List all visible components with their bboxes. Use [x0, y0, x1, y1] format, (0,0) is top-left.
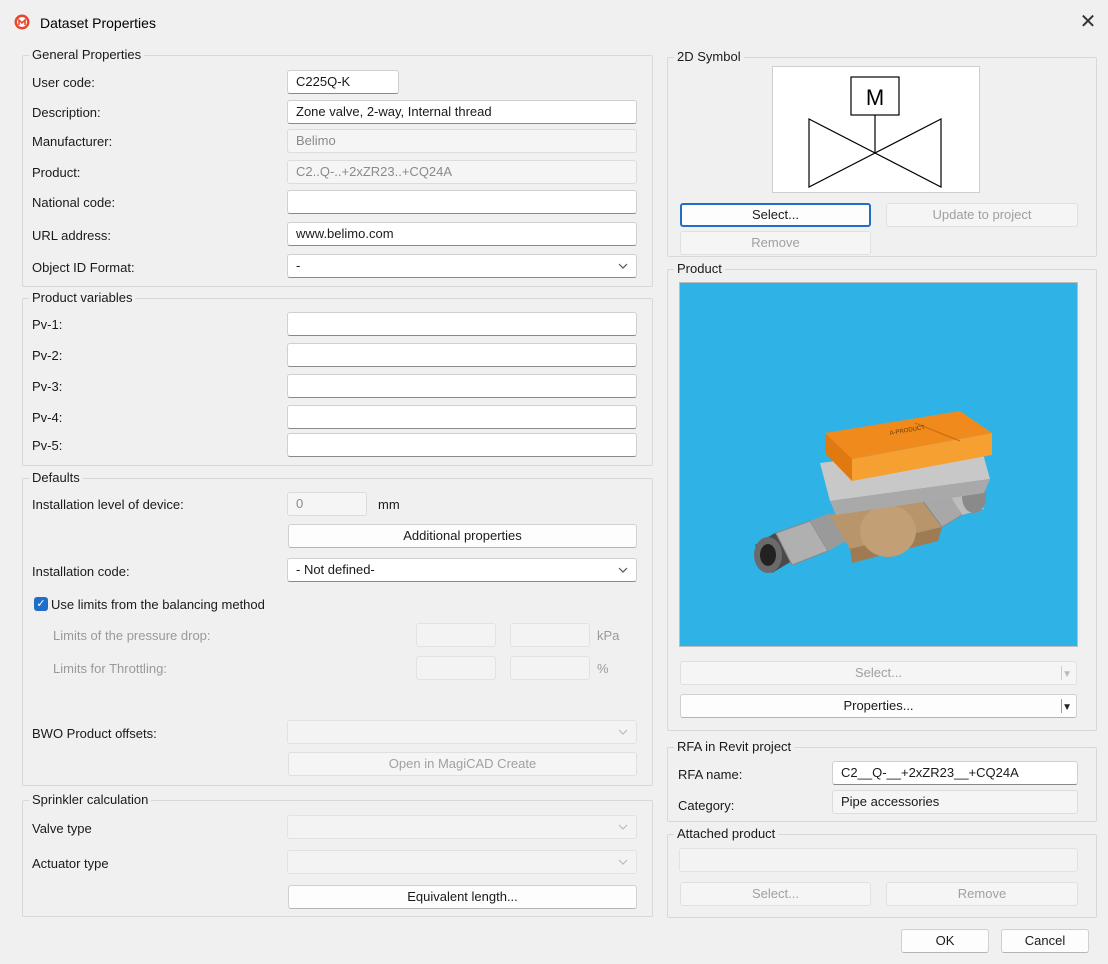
installation-level-unit: mm [378, 497, 400, 512]
url-address-label: URL address: [32, 228, 111, 243]
close-icon[interactable]: ✕ [1076, 10, 1100, 34]
pv-4-field[interactable] [287, 405, 637, 429]
attached-product-title: Attached product [674, 826, 779, 841]
pv-2-label: Pv-2: [32, 348, 63, 363]
pressure-drop-unit: kPa [597, 628, 620, 643]
pressure-drop-max-field[interactable] [510, 623, 590, 647]
general-properties-title: General Properties [29, 47, 145, 62]
pv-4-label: Pv-4: [32, 410, 63, 425]
symbol-2d-preview: M [772, 66, 980, 193]
chevron-down-icon [618, 263, 628, 269]
update-to-project-button[interactable]: Update to project [886, 203, 1078, 227]
title-bar [0, 0, 1108, 46]
manufacturer-field: Belimo [287, 129, 637, 153]
chevron-down-icon [618, 859, 628, 865]
pv-3-label: Pv-3: [32, 379, 63, 394]
symbol-2d-title: 2D Symbol [674, 49, 744, 64]
symbol-select-button[interactable]: Select... [680, 203, 871, 227]
open-in-magicad-button[interactable]: Open in MagiCAD Create [288, 752, 637, 776]
app-icon [14, 14, 30, 30]
bwo-product-offsets-label: BWO Product offsets: [32, 726, 157, 741]
valve-symbol-icon: M [808, 76, 942, 188]
product-field: C2..Q-..+2xZR23..+CQ24A [287, 160, 637, 184]
rfa-title: RFA in Revit project [674, 739, 795, 754]
pv-1-field[interactable] [287, 312, 637, 336]
chevron-down-icon [618, 729, 628, 735]
installation-code-select[interactable]: - Not defined- [287, 558, 637, 582]
pv-5-field[interactable] [287, 433, 637, 457]
rfa-name-label: RFA name: [678, 767, 743, 782]
throttling-unit: % [597, 661, 609, 676]
symbol-remove-button[interactable]: Remove [680, 231, 871, 255]
sprinkler-calculation-title: Sprinkler calculation [29, 792, 152, 807]
equivalent-length-button[interactable]: Equivalent length... [288, 885, 637, 909]
chevron-down-icon [618, 824, 628, 830]
chevron-down-icon [618, 567, 628, 573]
pv-5-label: Pv-5: [32, 438, 63, 453]
installation-code-label: Installation code: [32, 564, 130, 579]
url-address-field[interactable]: www.belimo.com [287, 222, 637, 246]
throttling-max-field[interactable] [510, 656, 590, 680]
object-id-format-select[interactable]: - [287, 254, 637, 278]
bwo-product-offsets-select[interactable] [287, 720, 637, 744]
actuator-type-select[interactable] [287, 850, 637, 874]
product-properties-label: Properties... [843, 698, 914, 713]
valve-type-label: Valve type [32, 821, 92, 836]
object-id-format-value: - [296, 258, 301, 273]
use-limits-label: Use limits from the balancing method [51, 597, 265, 612]
valve-product-image: A-PRODUCT [754, 411, 992, 573]
manufacturer-label: Manufacturer: [32, 134, 113, 149]
pv-3-field[interactable] [287, 374, 637, 398]
product-label: Product: [32, 165, 81, 180]
actuator-type-label: Actuator type [32, 856, 109, 871]
pv-2-field[interactable] [287, 343, 637, 367]
product-properties-button[interactable]: Properties... ▼ [680, 694, 1077, 718]
user-code-label: User code: [32, 75, 95, 90]
cancel-button[interactable]: Cancel [1001, 929, 1089, 953]
product-select-label: Select... [855, 665, 902, 680]
attached-product-field [679, 848, 1078, 872]
object-id-format-label: Object ID Format: [32, 260, 135, 275]
category-field: Pipe accessories [832, 790, 1078, 814]
installation-level-label: Installation level of device: [32, 497, 184, 512]
pressure-drop-min-field[interactable] [416, 623, 496, 647]
rfa-name-field[interactable]: C2__Q-__+2xZR23__+CQ24A [832, 761, 1078, 785]
pv-1-label: Pv-1: [32, 317, 63, 332]
installation-code-value: - Not defined- [296, 562, 375, 577]
dropdown-arrow-icon: ▼ [1062, 669, 1072, 680]
additional-properties-button[interactable]: Additional properties [288, 524, 637, 548]
pressure-drop-label: Limits of the pressure drop: [53, 628, 211, 643]
product-variables-title: Product variables [29, 290, 136, 305]
product-select-button[interactable]: Select... ▼ [680, 661, 1077, 685]
product-title: Product [674, 261, 725, 276]
use-limits-checkbox[interactable]: ✓ [34, 597, 48, 611]
description-field[interactable]: Zone valve, 2-way, Internal thread [287, 100, 637, 124]
symbol-letter: M [866, 85, 884, 110]
product-image: A-PRODUCT [679, 282, 1078, 647]
installation-level-field: 0 [287, 492, 367, 516]
national-code-field[interactable] [287, 190, 637, 214]
user-code-field[interactable]: C225Q-K [287, 70, 399, 94]
ok-button[interactable]: OK [901, 929, 989, 953]
window-title: Dataset Properties [40, 15, 156, 31]
throttling-label: Limits for Throttling: [53, 661, 167, 676]
valve-type-select[interactable] [287, 815, 637, 839]
category-label: Category: [678, 798, 735, 813]
throttling-min-field[interactable] [416, 656, 496, 680]
description-label: Description: [32, 105, 101, 120]
attached-select-button[interactable]: Select... [680, 882, 871, 906]
dropdown-arrow-icon: ▼ [1062, 702, 1072, 713]
attached-remove-button[interactable]: Remove [886, 882, 1078, 906]
national-code-label: National code: [32, 195, 116, 210]
defaults-title: Defaults [29, 470, 83, 485]
